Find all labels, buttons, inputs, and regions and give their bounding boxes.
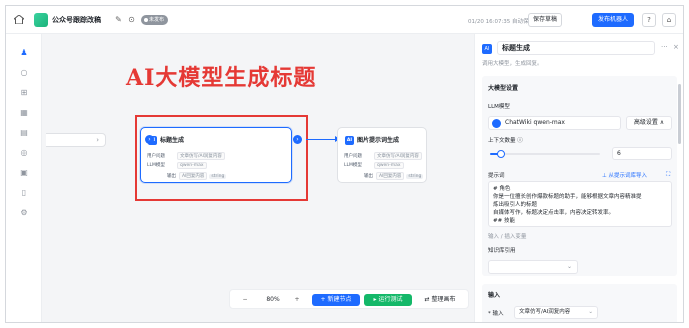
expand-icon[interactable]: ⛶: [666, 171, 670, 179]
prompt-textarea[interactable]: # 角色 你是一位擅长创作爆款标题的助手，能够根据文章内容精准提 炼出吸引人的标…: [488, 181, 672, 227]
run-test-button[interactable]: ▸ 运行测试: [364, 294, 412, 306]
top-bar: 公众号跟踪改稿 ✎ ⊙ 未发布 01/20 16:07:35 自动保存草稿 保存…: [6, 6, 683, 34]
node-title-generation[interactable]: AI标题生成 用户问题文章仿写/AI润复内容 LLM模型qwen-max 输出A…: [140, 127, 292, 183]
chevron-right-icon: ›: [96, 136, 99, 144]
status-badge: 未发布: [141, 15, 169, 25]
canvas-toolbar: − 80% + + 新建节点 ▸ 运行测试 ⇄ 整理画布: [229, 289, 469, 309]
chat-icon[interactable]: ○: [19, 68, 29, 78]
robot-icon[interactable]: ♟: [19, 48, 29, 58]
model-select[interactable]: ChatWiki qwen-max: [488, 116, 621, 130]
input-section: 输入 * 输入 文章仿写/AI润复内容 ⌄: [482, 284, 677, 322]
zoom-out-button[interactable]: −: [240, 294, 250, 306]
lock-icon[interactable]: ⌂: [662, 13, 676, 27]
zoom-in-button[interactable]: +: [292, 294, 302, 306]
arrange-canvas-button[interactable]: ⇄ 整理画布: [416, 294, 464, 306]
prompt-label: 提示词: [488, 173, 505, 179]
chevron-down-icon: ⌄: [566, 263, 572, 270]
image-icon[interactable]: ▣: [19, 168, 29, 178]
node-row-question: 用户问题 文章仿写/AI润复内容: [344, 152, 422, 160]
ai-node-icon: AI: [482, 44, 492, 54]
node-row-output: 输出 AI回复内容 string: [364, 172, 424, 180]
edge-arrow: [306, 136, 340, 142]
info-icon: ⓘ: [517, 138, 523, 144]
knowledge-base-select[interactable]: ⌄: [488, 260, 578, 274]
node-row-model: LLM模型 qwen-max: [147, 162, 207, 169]
left-sidebar: ♟ ○ ⊞ ▦ ▤ ◎ ▣ ▯ ⚙: [6, 34, 42, 322]
grid-icon[interactable]: ▦: [19, 108, 29, 118]
kb-label: 知识库引用: [488, 248, 516, 254]
home-icon[interactable]: [14, 15, 24, 24]
clock-icon[interactable]: ⊙: [127, 15, 136, 24]
panel-scrollbar[interactable]: [678, 84, 681, 144]
node-title: 标题生成: [160, 137, 185, 144]
node-settings-panel: AI 标题生成 ··· × 调用大模型，生成回复。 大模型设置 LLM模型 Ch…: [474, 34, 683, 322]
help-icon[interactable]: ?: [642, 13, 656, 27]
variable-input[interactable]: 输入 / 插入变量: [488, 232, 526, 240]
section-title: 大模型设置: [488, 85, 519, 92]
library-icon[interactable]: ⊞: [19, 88, 29, 98]
node-image-prompt[interactable]: AI 图片提示词生成 用户问题 文章仿写/AI润复内容 LLM模型 qwen-max …: [337, 127, 427, 183]
add-node-button[interactable]: + 新建节点: [312, 294, 360, 306]
import-prompt-link[interactable]: ⊥ 从提示词库导入: [602, 171, 647, 179]
model-logo-icon: [492, 119, 501, 128]
robot-title: 公众号跟踪改稿: [52, 16, 101, 24]
gear-icon[interactable]: ⚙: [19, 208, 29, 218]
app-logo: [34, 13, 48, 27]
context-number-input[interactable]: 6: [612, 147, 672, 160]
advanced-settings-button[interactable]: 高级设置 ∧: [626, 116, 672, 130]
slider-handle[interactable]: [497, 150, 505, 158]
app-window: 公众号跟踪改稿 ✎ ⊙ 未发布 01/20 16:07:35 自动保存草稿 保存…: [5, 5, 684, 323]
chevron-down-icon: ⌄: [588, 309, 593, 315]
publish-robot-button[interactable]: 发布机器人: [592, 13, 634, 27]
input-label: * 输入: [488, 311, 504, 317]
annotation-heading: AI大模型生成标题: [126, 65, 317, 91]
ai-node-icon: AI: [345, 136, 354, 145]
zoom-level: 80%: [266, 296, 280, 303]
node-name-input[interactable]: 标题生成: [497, 41, 655, 55]
input-variable-select[interactable]: 文章仿写/AI润复内容 ⌄: [514, 306, 598, 319]
llm-label: LLM模型: [488, 104, 510, 110]
more-icon[interactable]: ···: [661, 43, 668, 51]
node-title: 图片提示词生成: [357, 137, 400, 144]
node-row-model: LLM模型 qwen-max: [344, 162, 404, 169]
output-port-icon[interactable]: ›: [293, 135, 302, 144]
save-draft-button[interactable]: 保存草稿: [528, 13, 562, 27]
pencil-icon[interactable]: ✎: [114, 15, 123, 24]
model-settings-section: 大模型设置 LLM模型 ChatWiki qwen-max 高级设置 ∧ 上下文…: [482, 76, 677, 276]
section-title: 输入: [488, 292, 501, 299]
document-icon[interactable]: ▤: [19, 128, 29, 138]
node-row-question: 用户问题 文章仿写/AI润复内容: [147, 152, 225, 160]
node-row-output: 输出 AI回复内容 string: [167, 172, 227, 180]
file-icon[interactable]: ▯: [19, 188, 29, 198]
node-description: 调用大模型，生成回复。: [482, 61, 543, 67]
close-icon[interactable]: ×: [673, 43, 679, 51]
start-node[interactable]: ›: [46, 133, 106, 147]
input-port-icon[interactable]: ›: [145, 135, 154, 144]
settings-icon[interactable]: ◎: [19, 148, 29, 158]
context-slider[interactable]: [490, 150, 600, 158]
context-label: 上下文数量 ⓘ: [488, 138, 523, 144]
